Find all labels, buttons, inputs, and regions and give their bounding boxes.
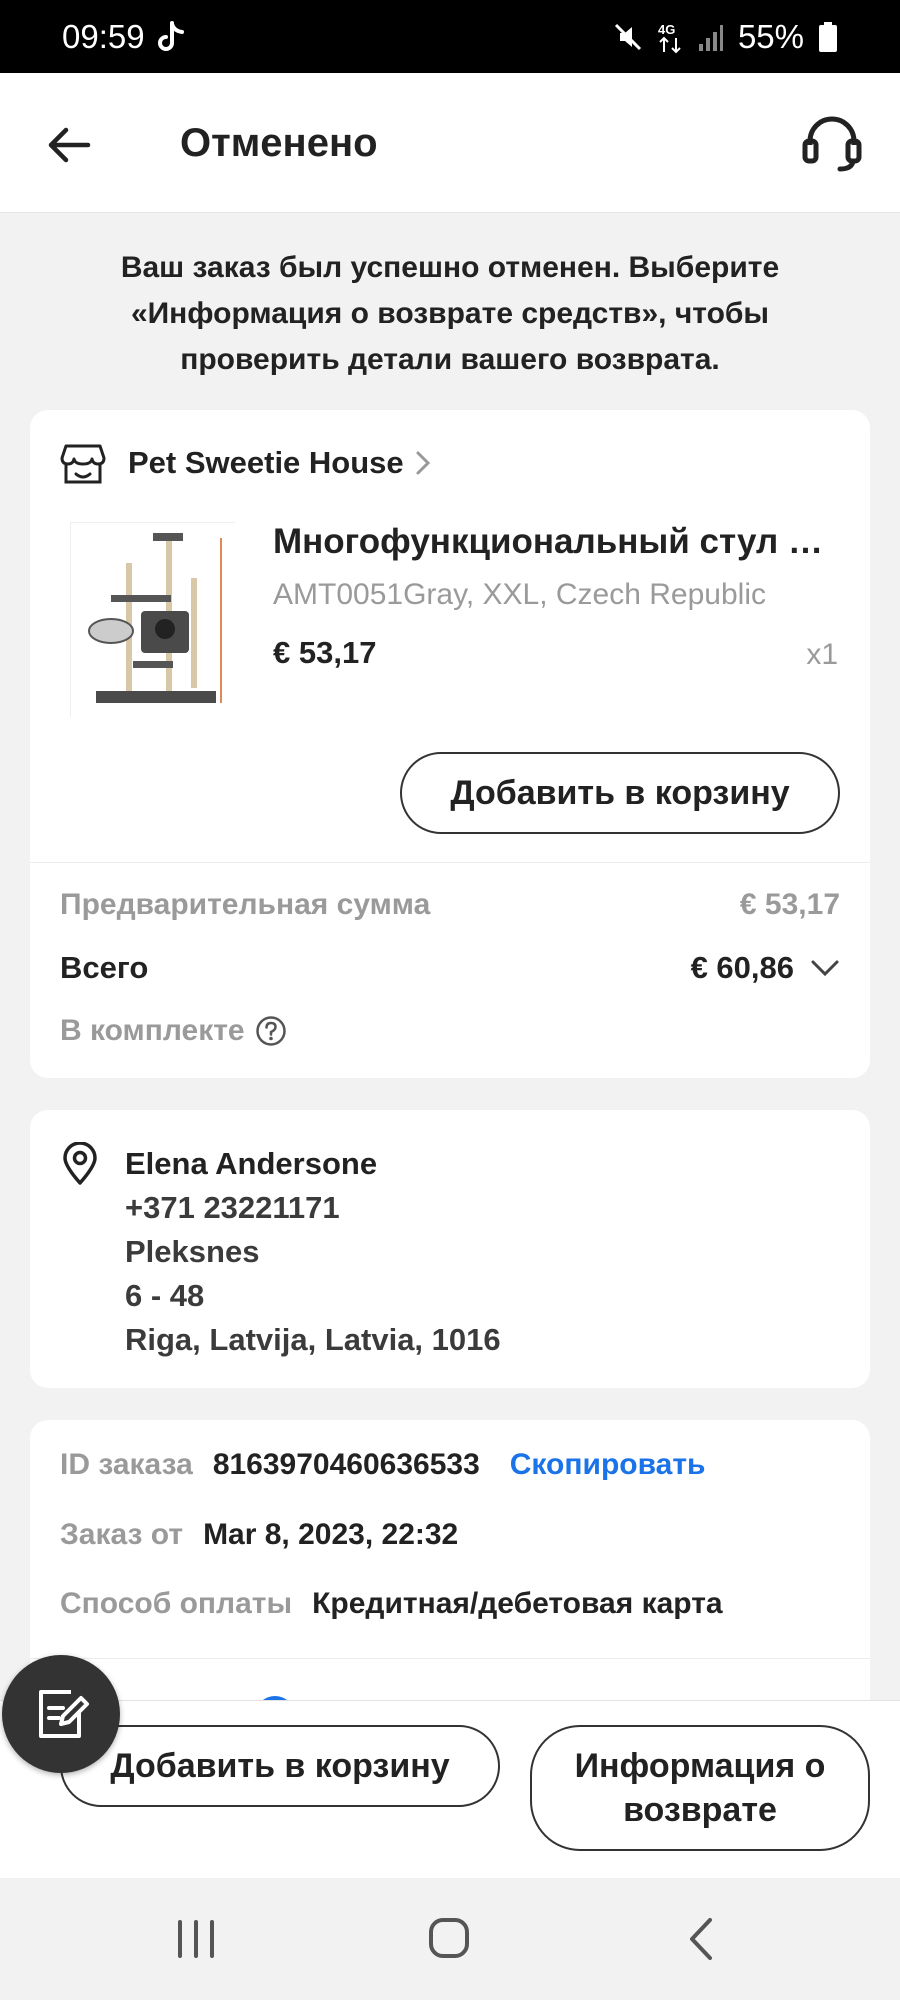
status-time: 09:59 <box>62 17 145 55</box>
payment-method-label: Способ оплаты <box>60 1587 293 1620</box>
product-price: € 53,17 <box>273 635 377 670</box>
included-row: В комплекте <box>60 1014 287 1048</box>
recent-apps-icon <box>178 1920 214 1958</box>
support-button[interactable] <box>800 111 864 175</box>
copy-order-id-link[interactable]: Скопировать <box>510 1448 706 1482</box>
feedback-button[interactable] <box>2 1655 120 1773</box>
store-link[interactable]: Pet Sweetie House <box>60 440 432 486</box>
cat-tree-image <box>71 523 236 718</box>
back-button[interactable] <box>40 115 100 175</box>
total-row[interactable]: Всего € 60,86 <box>60 950 840 986</box>
status-right: 4G 55% <box>612 18 838 56</box>
page-title: Отменено <box>180 121 378 165</box>
product-quantity: x1 <box>806 638 838 671</box>
address-city: Riga, Latvija, Latvia, 1016 <box>125 1322 501 1357</box>
status-bar: 09:59 4G 55% <box>0 0 900 73</box>
svg-text:4G: 4G <box>658 22 675 37</box>
system-back-button[interactable] <box>672 1914 732 1964</box>
divider <box>30 862 870 863</box>
order-id-row: ID заказа 8163970460636533 Скопировать <box>60 1448 705 1482</box>
order-date-row: Заказ от Mar 8, 2023, 22:32 <box>60 1518 458 1552</box>
refund-info-button[interactable]: Информация о возврате <box>530 1725 870 1851</box>
product-variant: AMT0051Gray, XXL, Czech Republic <box>273 578 766 611</box>
add-to-cart-bottom-button[interactable]: Добавить в корзину <box>60 1725 500 1807</box>
address-apartment: 6 - 48 <box>125 1278 205 1313</box>
edit-note-icon <box>39 1690 89 1738</box>
order-date-label: Заказ от <box>60 1518 184 1551</box>
order-details-card: ID заказа 8163970460636533 Скопировать З… <box>30 1420 870 1720</box>
address-street: Pleksnes <box>125 1234 260 1269</box>
total-value: € 60,86 <box>690 950 794 985</box>
headset-icon <box>802 116 862 172</box>
recipient-name: Elena Andersone <box>125 1146 378 1181</box>
divider <box>30 1658 870 1659</box>
home-button[interactable] <box>419 1914 479 1964</box>
address-block: Elena Andersone +371 23221171 Pleksnes 6… <box>125 1142 501 1362</box>
chevron-right-icon <box>416 451 430 475</box>
bottom-action-bar: Добавить в корзину Информация о возврате <box>0 1700 900 1878</box>
order-date-value: Mar 8, 2023, 22:32 <box>203 1518 459 1551</box>
system-nav-bar <box>0 1878 900 2000</box>
status-left: 09:59 <box>62 18 185 56</box>
product-image[interactable] <box>70 522 236 718</box>
order-id-label: ID заказа <box>60 1448 193 1481</box>
subtotal-row: Предварительная сумма € 53,17 <box>60 888 840 922</box>
subtotal-label: Предварительная сумма <box>60 888 431 921</box>
product-title[interactable]: Многофункциональный стул для кошек <box>273 522 843 562</box>
mute-icon <box>614 23 641 50</box>
home-icon <box>429 1918 469 1958</box>
battery-icon <box>819 21 837 52</box>
arrow-left-icon <box>48 127 91 163</box>
included-label: В комплекте <box>60 1014 245 1047</box>
store-name: Pet Sweetie House <box>128 445 404 480</box>
location-pin-icon <box>63 1142 97 1185</box>
cancellation-notice: Ваш заказ был успешно отменен. Выберите … <box>120 251 780 376</box>
chevron-down-icon[interactable] <box>810 958 840 978</box>
store-icon <box>60 444 106 484</box>
signal-icon <box>698 24 723 51</box>
order-card: Pet Sweetie House Многофункциональный ст… <box>30 410 870 1078</box>
battery-percent: 55% <box>737 17 804 55</box>
recipient-phone: +371 23221171 <box>125 1190 340 1225</box>
payment-method-row: Способ оплаты Кредитная/дебетовая карта <box>60 1587 723 1621</box>
order-id-value: 8163970460636533 <box>212 1448 480 1481</box>
network-4g-icon: 4G <box>658 22 681 53</box>
recent-apps-button[interactable] <box>166 1914 226 1964</box>
add-to-cart-button[interactable]: Добавить в корзину <box>400 752 840 834</box>
app-header: Отменено <box>0 73 900 213</box>
question-circle-icon[interactable] <box>255 1015 287 1047</box>
payment-method-value: Кредитная/дебетовая карта <box>312 1587 723 1620</box>
subtotal-value: € 53,17 <box>739 888 840 921</box>
total-label: Всего <box>60 950 149 985</box>
tiktok-icon <box>157 20 184 51</box>
address-card: Elena Andersone +371 23221171 Pleksnes 6… <box>30 1110 870 1388</box>
chevron-left-icon <box>690 1918 712 1960</box>
